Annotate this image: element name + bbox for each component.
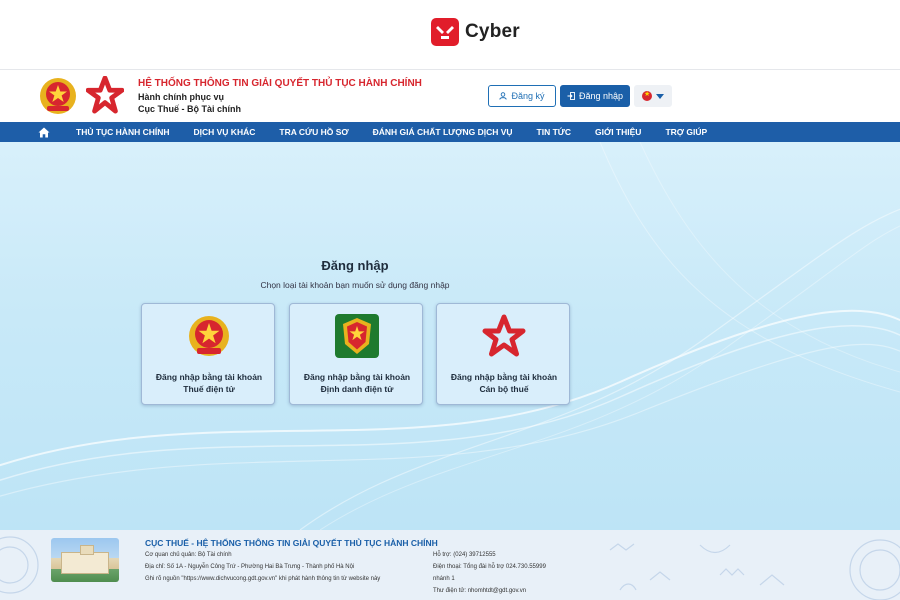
footer-support: Hỗ trợ: (024) 39712555 <box>433 552 496 558</box>
card-label: Đăng nhập bằng tài khoản <box>155 372 263 382</box>
login-label: Đăng nhập <box>578 91 624 101</box>
nav-item-tro-giup[interactable]: TRỢ GIÚP <box>665 127 707 137</box>
nav-item-tin-tuc[interactable]: TIN TỨC <box>537 127 571 137</box>
main-nav: THỦ TỤC HÀNH CHÍNH DỊCH VỤ KHÁC TRA CỨU … <box>0 122 900 142</box>
footer-agency: Cơ quan chủ quản: Bộ Tài chính <box>145 552 232 558</box>
caret-down-icon <box>656 93 664 99</box>
building-photo <box>51 538 119 582</box>
site-header: HỆ THỐNG THÔNG TIN GIẢI QUYẾT THỦ TỤC HÀ… <box>0 70 900 122</box>
footer-phone: Điện thoại: Tổng đài hỗ trợ 024.730.5599… <box>433 564 546 570</box>
register-label: Đăng ký <box>511 91 545 101</box>
footer-title: CỤC THUẾ - HỆ THỐNG THÔNG TIN GIẢI QUYẾT… <box>145 538 438 548</box>
nav-item-thu-tuc[interactable]: THỦ TỤC HÀNH CHÍNH <box>76 127 170 137</box>
header-agency: Cục Thuế - Bộ Tài chính <box>138 104 241 114</box>
card-label-type: Định danh điện tử <box>320 384 394 394</box>
card-label: Đăng nhập bằng tài khoản <box>303 372 411 382</box>
login-section: Đăng nhập Chọn loại tài khoản bạn muốn s… <box>0 142 900 530</box>
login-button[interactable]: Đăng nhập <box>560 85 630 107</box>
footer-phone-cont: nhánh 1 <box>433 576 455 582</box>
footer-source-note: Ghi rõ nguồn "https://www.dichvucong.gdt… <box>145 576 381 582</box>
nav-item-tra-cuu[interactable]: TRA CỨU HỒ SƠ <box>279 127 348 137</box>
brand-name: Cyber <box>465 21 520 42</box>
login-option-tax[interactable]: Đăng nhập bằng tài khoản Thuế điện tử <box>141 303 275 405</box>
star-logo-icon <box>482 314 526 357</box>
site-footer: CỤC THUẾ - HỆ THỐNG THÔNG TIN GIẢI QUYẾT… <box>0 530 900 600</box>
user-icon <box>499 92 508 100</box>
register-button[interactable]: Đăng ký <box>488 85 556 107</box>
tools-icon <box>431 18 459 46</box>
nav-item-danh-gia[interactable]: ĐÁNH GIÁ CHẤT LƯỢNG DỊCH VỤ <box>373 127 513 137</box>
login-icon <box>567 92 575 100</box>
card-label-type: Cán bộ thuế <box>479 384 529 394</box>
police-badge-icon <box>335 314 379 358</box>
login-title: Đăng nhập <box>321 258 389 273</box>
nav-item-dich-vu[interactable]: DỊCH VỤ KHÁC <box>194 127 256 137</box>
login-option-digital-id[interactable]: Đăng nhập bằng tài khoản Định danh điện … <box>289 303 423 405</box>
card-label: Đăng nhập bằng tài khoản <box>450 372 558 382</box>
home-icon[interactable] <box>38 122 68 142</box>
header-subtitle: Hành chính phục vụ <box>138 92 225 102</box>
login-option-officer[interactable]: Đăng nhập bằng tài khoản Cán bộ thuế <box>436 303 570 405</box>
national-emblem-icon[interactable] <box>38 76 78 116</box>
brand-bar: Cyber <box>0 0 900 70</box>
brand[interactable]: Cyber <box>431 18 520 46</box>
vietnam-flag-icon <box>642 90 652 101</box>
footer-address: Địa chỉ: Số 1A - Nguyễn Công Trứ - Phườn… <box>145 564 355 570</box>
header-title: HỆ THỐNG THÔNG TIN GIẢI QUYẾT THỦ TỤC HÀ… <box>138 78 422 89</box>
national-emblem-icon <box>189 316 229 356</box>
nav-item-gioi-thieu[interactable]: GIỚI THIỆU <box>595 127 641 137</box>
star-logo-icon <box>86 76 124 114</box>
card-label-type: Thuế điện tử <box>183 384 235 394</box>
language-selector[interactable] <box>634 85 672 107</box>
login-subtitle: Chọn loại tài khoản bạn muốn sử dụng đăn… <box>260 280 450 290</box>
footer-email[interactable]: Thư điện tử: nhomhtdt@gdt.gov.vn <box>433 588 526 594</box>
